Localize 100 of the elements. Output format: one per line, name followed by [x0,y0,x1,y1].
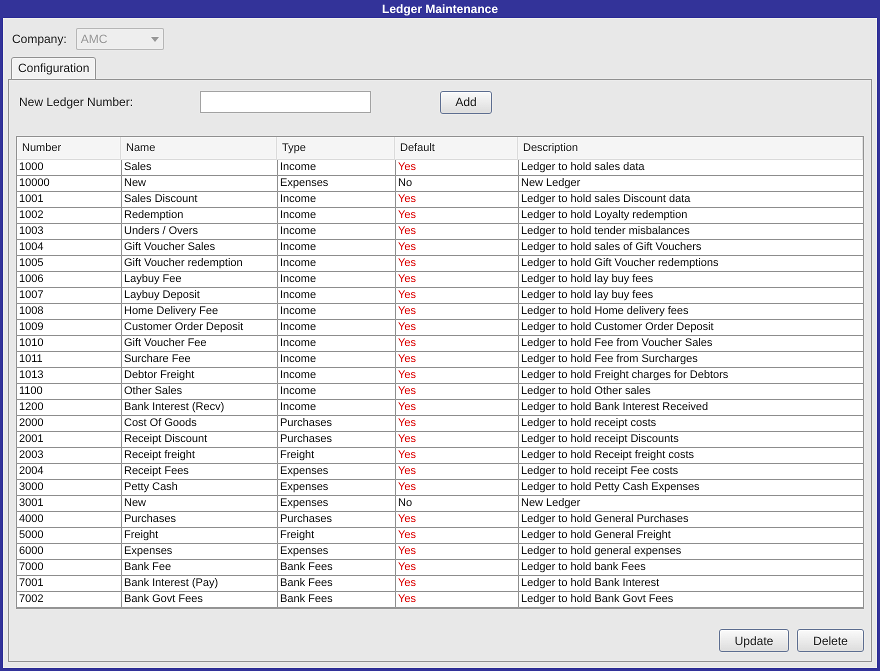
table-cell: Unders / Overs [121,224,277,239]
table-cell-text: 1000 [18,160,44,175]
table-cell: Receipt Discount [121,432,277,447]
table-cell: Ledger to hold bank Fees [518,560,863,575]
table-cell: Expenses [277,496,395,511]
table-cell: Income [277,336,395,351]
table-cell: Yes [395,544,518,559]
table-cell-text: 1005 [18,256,44,271]
table-cell-text: 1007 [18,288,44,303]
table-cell: Bank Fees [277,560,395,575]
table-cell: Yes [395,352,518,367]
table-cell: Ledger to hold Other sales [518,384,863,399]
table-cell: Ledger to hold sales of Gift Vouchers [518,240,863,255]
table-cell: Ledger to hold General Purchases [518,512,863,527]
delete-button[interactable]: Delete [797,629,864,652]
table-cell: Ledger to hold Customer Order Deposit [518,320,863,335]
table-cell: Ledger to hold Bank Interest [518,576,863,591]
table-cell: Yes [395,448,518,463]
table-cell: Income [277,304,395,319]
new-ledger-field[interactable] [200,91,371,113]
table-cell: Freight [121,528,277,543]
window-title: Ledger Maintenance [380,1,500,18]
table-cell: Ledger to hold receipt Fee costs [518,464,863,479]
table-cell-text: 2003 [18,448,44,463]
table-cell: Ledger to hold Fee from Voucher Sales [518,336,863,351]
table-cell: Ledger to hold Gift Voucher redemptions [518,256,863,271]
table-cell-text: 2001 [18,432,44,447]
table-cell: Yes [395,512,518,527]
table-cell: Income [277,352,395,367]
table-cell: Income [277,224,395,239]
table-cell-text: 2000 [18,416,44,431]
table-cell: Yes [395,256,518,271]
table-cell: Yes [395,464,518,479]
table-cell: Income [277,240,395,255]
table-cell: Income [277,256,395,271]
table-cell: Freight [277,528,395,543]
table-cell: New Ledger [518,496,863,511]
caret-icon [150,36,159,42]
table-cell: Cost Of Goods [121,416,277,431]
column-header[interactable]: Type [277,137,395,159]
table-cell: Debtor Freight [121,368,277,383]
table-cell: Income [277,400,395,415]
table-cell: Ledger to hold sales Discount data [518,192,863,207]
table-cell: Customer Order Deposit [121,320,277,335]
column-header[interactable]: Number [17,137,121,159]
table-cell: Other Sales [121,384,277,399]
table-cell: Laybuy Fee [121,272,277,287]
table-cell: Ledger to hold General Freight [518,528,863,543]
table-cell: Yes [395,160,518,175]
table-cell: Sales [121,160,277,175]
table-cell: Ledger to hold Receipt freight costs [518,448,863,463]
table-cell: Ledger to hold sales data [518,160,863,175]
table-cell: No [395,176,518,191]
table-cell: Expenses [277,544,395,559]
table-cell: Redemption [121,208,277,223]
table-cell: Bank Govt Fees [121,592,277,607]
table-cell: Yes [395,480,518,495]
table-cell: Ledger to hold Petty Cash Expenses [518,480,863,495]
table-cell: Yes [395,192,518,207]
column-header[interactable]: Description [518,137,863,159]
column-header[interactable]: Name [121,137,277,159]
table-cell-text: 1004 [18,240,44,255]
table-cell: Receipt Fees [121,464,277,479]
table-cell: Ledger to hold tender misbalances [518,224,863,239]
table-cell-text: 3001 [18,496,44,511]
table-cell: Yes [395,272,518,287]
table-cell: Yes [395,400,518,415]
table-cell: Ledger to hold lay buy fees [518,272,863,287]
table-cell: Expenses [277,176,395,191]
table-cell: Income [277,208,395,223]
table-cell: New [121,176,277,191]
table-cell-text: 1200 [18,400,44,415]
table-cell: Purchases [277,416,395,431]
table-cell: Freight [277,448,395,463]
table-cell: Expenses [277,464,395,479]
table-cell: Laybuy Deposit [121,288,277,303]
table-cell: Yes [395,224,518,239]
table-cell: Yes [395,320,518,335]
table-cell: Income [277,320,395,335]
table-cell: Income [277,160,395,175]
table-cell: Bank Fee [121,560,277,575]
table-cell: Ledger to hold Bank Interest Received [518,400,863,415]
update-button[interactable]: Update [719,629,789,652]
table-cell: Income [277,192,395,207]
table-cell: Purchases [121,512,277,527]
column-header[interactable]: Default [395,137,518,159]
table-cell-text: 1009 [18,320,44,335]
table-cell: Ledger to hold lay buy fees [518,288,863,303]
table-cell: Expenses [121,544,277,559]
table-cell-text: 1003 [18,224,44,239]
table-cell: New Ledger [518,176,863,191]
table-cell: Bank Fees [277,592,395,607]
table-cell-text: 1001 [18,192,44,207]
table-cell: Yes [395,528,518,543]
table-cell: Yes [395,240,518,255]
table-cell: Yes [395,560,518,575]
table-cell-text: 3000 [18,480,44,495]
add-button[interactable]: Add [440,90,492,114]
tab[interactable]: Configuration [11,57,96,79]
table-cell: Yes [395,576,518,591]
